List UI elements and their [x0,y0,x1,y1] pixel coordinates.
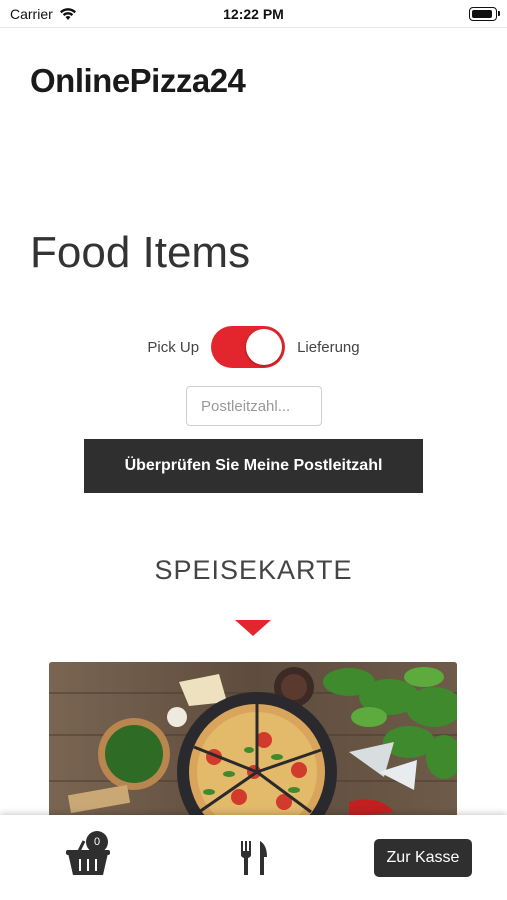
status-bar: Carrier 12:22 PM [0,0,507,28]
delivery-mode-toggle-row: Pick Up Lieferung [0,326,507,368]
fork-knife-icon [241,841,267,875]
pickup-label: Pick Up [147,338,200,356]
down-arrow-icon [235,620,271,636]
brand-title: OnlinePizza24 [30,62,246,99]
check-zip-button[interactable]: Überprüfen Sie Meine Postleitzahl [84,439,423,493]
delivery-label: Lieferung [297,338,360,356]
pizza-hero-image [49,662,457,817]
menu-button[interactable] [238,839,270,877]
status-time: 12:22 PM [223,6,284,22]
checkout-button[interactable]: Zur Kasse [374,839,472,877]
cart-count-badge: 0 [86,831,108,853]
pizza-photo [49,662,457,817]
toggle-knob [246,329,283,365]
zip-code-input[interactable] [186,386,322,426]
menu-section-title: SPEISEKARTE [154,555,353,585]
page-title: Food Items [30,228,251,277]
bottom-tab-bar: 0 Zur Kasse [0,815,507,900]
battery-icon [469,7,500,21]
delivery-mode-toggle[interactable] [211,326,286,368]
